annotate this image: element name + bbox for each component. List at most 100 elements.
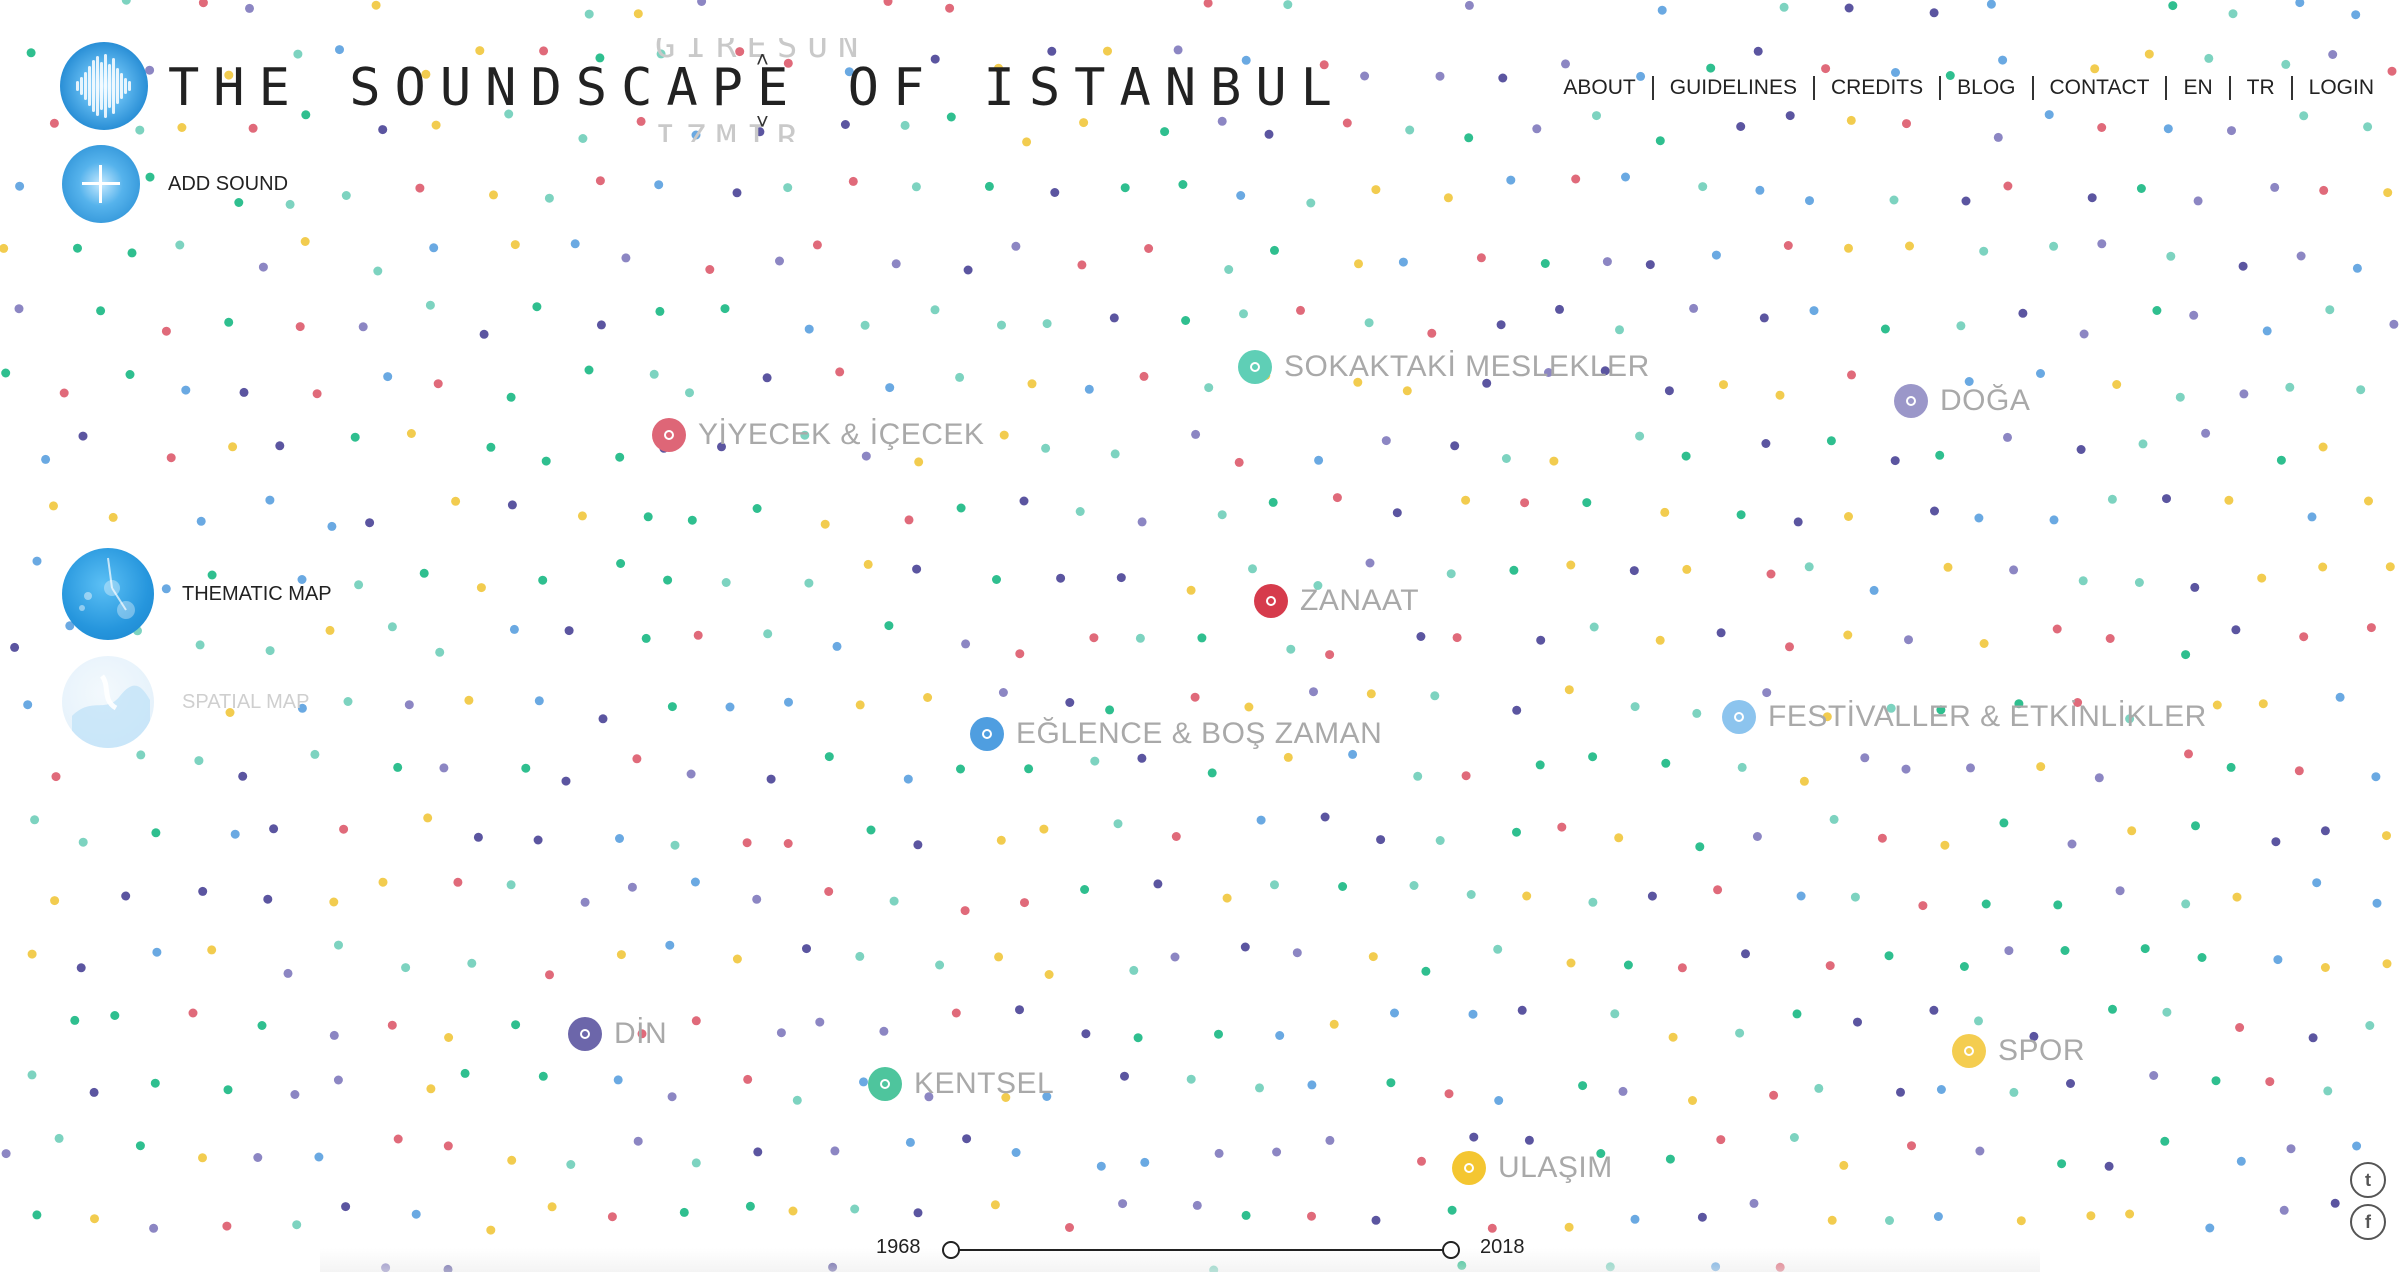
sound-dot[interactable] [633,9,643,19]
category-marker-icon[interactable] [868,1067,902,1101]
sound-dot[interactable] [905,1137,915,1147]
sound-dot[interactable] [1610,1009,1620,1019]
sound-dot[interactable] [2204,53,2214,63]
sound-dot[interactable] [121,0,131,5]
sound-dot[interactable] [1137,753,1147,763]
sound-dot[interactable] [2197,953,2207,962]
sound-dot[interactable] [460,1068,470,1078]
sound-dot[interactable] [1186,1074,1196,1084]
sound-dot[interactable] [914,457,924,467]
sound-dot[interactable] [1461,495,1471,505]
sound-dot[interactable] [1015,1005,1024,1015]
sound-dot[interactable] [1959,962,1969,971]
sound-dot[interactable] [1204,383,1214,393]
sound-dot[interactable] [1,368,11,378]
sound-dot[interactable] [378,125,388,135]
sound-dot[interactable] [1935,450,1945,460]
sound-dot[interactable] [1713,885,1723,895]
sound-dot[interactable] [1961,196,1971,206]
sound-dot[interactable] [615,834,624,843]
sound-dot[interactable] [2105,634,2115,643]
sound-dot[interactable] [820,519,830,529]
sound-dot[interactable] [1869,585,1879,595]
sound-dot[interactable] [913,840,923,850]
sound-dot[interactable] [1469,1132,1479,1142]
sound-dot[interactable] [329,897,339,907]
sound-dot[interactable] [2049,515,2059,525]
sound-dot[interactable] [1079,118,1089,128]
sound-dot[interactable] [2382,959,2392,969]
sound-dot[interactable] [188,1008,198,1018]
sound-dot[interactable] [1860,753,1870,763]
sound-dot[interactable] [2090,64,2100,74]
sound-dot[interactable] [489,190,498,200]
sound-dot[interactable] [1255,1083,1264,1093]
sound-dot[interactable] [1371,185,1381,195]
sound-dot[interactable] [1368,952,1378,962]
sound-dot[interactable] [667,702,677,712]
sound-dot[interactable] [2318,562,2328,572]
sound-dot[interactable] [1889,195,1899,205]
sound-dot[interactable] [1498,73,1508,83]
sound-dot[interactable] [1564,685,1574,695]
sound-dot[interactable] [1668,1032,1678,1042]
category-doga[interactable]: DOĞA [1894,384,2030,418]
sound-dot[interactable] [1332,493,1342,503]
sound-dot[interactable] [90,1214,99,1224]
spatial-map-label[interactable]: SPATIAL MAP [182,691,309,714]
sound-dot[interactable] [327,521,337,531]
sound-dot[interactable] [475,46,485,56]
sound-dot[interactable] [73,243,82,253]
sound-dot[interactable] [1447,1205,1457,1215]
category-marker-icon[interactable] [1722,700,1756,734]
sound-dot[interactable] [595,176,605,186]
sound-dot[interactable] [1688,1096,1697,1105]
sound-dot[interactable] [848,176,858,186]
city-up-arrow-icon[interactable]: ˄ [756,49,769,71]
sound-dot[interactable] [1566,958,1576,968]
sound-dot[interactable] [177,123,187,132]
sound-dot[interactable] [1197,633,1207,643]
sound-dot[interactable] [292,1220,302,1230]
sound-dot[interactable] [314,1152,324,1162]
sound-dot[interactable] [1661,758,1671,768]
sound-dot[interactable] [467,958,477,968]
sound-dot[interactable] [1027,379,1037,389]
category-label[interactable]: SPOR [1998,1034,2085,1068]
sound-dot[interactable] [506,880,516,890]
sound-dot[interactable] [135,125,145,135]
sound-dot[interactable] [1392,508,1402,518]
sound-dot[interactable] [1496,320,1506,330]
logo-icon[interactable] [60,42,148,130]
sound-dot[interactable] [1735,1028,1745,1038]
sound-dot[interactable] [433,379,443,389]
sound-dot[interactable] [2236,1156,2246,1166]
sound-dot[interactable] [312,389,322,399]
sound-dot[interactable] [2053,900,2063,910]
sound-dot[interactable] [453,877,463,887]
sound-dot[interactable] [1144,244,1154,253]
sound-dot[interactable] [1761,439,1771,448]
sound-dot[interactable] [1464,133,1474,143]
sound-dot[interactable] [2270,182,2280,192]
sound-dot[interactable] [464,695,474,705]
sound-dot[interactable] [2094,773,2104,783]
sound-dot[interactable] [1512,827,1521,837]
sound-dot[interactable] [745,1201,755,1211]
sound-dot[interactable] [135,1141,145,1151]
sound-dot[interactable] [889,896,899,906]
sound-dot[interactable] [49,501,58,511]
sound-dot[interactable] [1487,1223,1497,1233]
add-sound-label[interactable]: ADD SOUND [168,173,288,196]
sound-dot[interactable] [2258,699,2268,709]
category-label[interactable]: DİN [614,1017,667,1051]
category-marker-icon[interactable] [1952,1034,1986,1068]
sound-dot[interactable] [2136,184,2146,193]
sound-dot[interactable] [339,824,349,834]
sound-dot[interactable] [423,813,433,823]
sound-dot[interactable] [1348,749,1358,759]
sound-dot[interactable] [743,1074,753,1084]
sound-dot[interactable] [2003,432,2012,442]
sound-dot[interactable] [419,568,429,578]
sound-dot[interactable] [1956,321,1966,331]
